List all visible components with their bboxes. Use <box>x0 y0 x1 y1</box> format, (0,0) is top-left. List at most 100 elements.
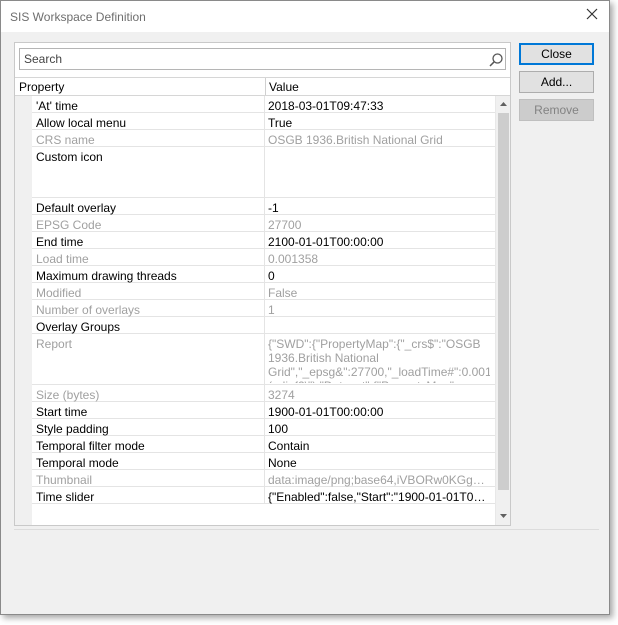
table-row[interactable]: Allow local menu True <box>32 113 495 130</box>
table-row[interactable]: Temporal mode None <box>32 453 495 470</box>
property-value: 0.001358 <box>268 252 319 266</box>
cell-divider <box>264 402 265 418</box>
table-row[interactable]: Report {"SWD":{"PropertyMap":{"_crs$":"OS… <box>32 334 495 385</box>
table-row[interactable]: Maximum drawing threads 0 <box>32 266 495 283</box>
cell-divider <box>264 147 265 197</box>
cell-divider <box>264 130 265 146</box>
property-name: 'At' time <box>36 99 78 113</box>
cell-divider <box>264 198 265 214</box>
property-value[interactable]: 2018-03-01T09:47:33 <box>268 99 490 113</box>
table-row[interactable]: Temporal filter mode Contain <box>32 436 495 453</box>
column-divider[interactable] <box>265 78 266 95</box>
cell-divider <box>264 215 265 231</box>
cell-divider <box>264 334 265 384</box>
row-gutter <box>15 96 32 525</box>
cell-divider <box>264 249 265 265</box>
table-row[interactable]: EPSG Code 27700 <box>32 215 495 232</box>
table-row[interactable]: Style padding 100 <box>32 419 495 436</box>
scroll-down-arrow-icon[interactable] <box>497 509 510 523</box>
property-panel: Property Value 'At' time 2018-03-01T09:47… <box>14 42 511 526</box>
property-name: Maximum drawing threads <box>36 269 177 283</box>
cell-divider <box>264 470 265 486</box>
property-value[interactable]: None <box>268 456 490 470</box>
table-row[interactable]: Modified False <box>32 283 495 300</box>
cell-divider <box>264 113 265 129</box>
property-name: Allow local menu <box>36 116 127 130</box>
cell-divider <box>264 487 265 503</box>
column-header-value[interactable]: Value <box>269 80 299 94</box>
table-row[interactable]: Load time 0.001358 <box>32 249 495 266</box>
property-value: data:image/png;base64,iVBORw0KGgoAAA... <box>268 473 490 487</box>
table-row[interactable]: Default overlay -1 <box>32 198 495 215</box>
cell-divider <box>264 266 265 282</box>
property-value: 1 <box>268 303 275 317</box>
property-name: Number of overlays <box>36 303 141 317</box>
property-name: Temporal mode <box>36 456 119 470</box>
table-row[interactable]: End time 2100-01-01T00:00:00 <box>32 232 495 249</box>
table-row[interactable]: 'At' time 2018-03-01T09:47:33 <box>32 96 495 113</box>
property-value[interactable]: 2100-01-01T00:00:00 <box>268 235 490 249</box>
cell-divider <box>264 436 265 452</box>
add-button[interactable]: Add... <box>519 71 594 93</box>
property-name: CRS name <box>36 133 95 147</box>
cell-divider <box>264 419 265 435</box>
property-name: Temporal filter mode <box>36 439 145 453</box>
property-value[interactable]: {"Enabled":false,"Start":"1900-01-01T00:… <box>268 490 490 504</box>
property-name: Report <box>36 337 73 351</box>
property-value[interactable]: Contain <box>268 439 490 453</box>
title-bar[interactable]: SIS Workspace Definition <box>1 1 609 32</box>
property-name: Size (bytes) <box>36 388 100 402</box>
dialog-window: SIS Workspace Definition Property Value … <box>0 0 610 615</box>
table-row[interactable]: Overlay Groups <box>32 317 495 334</box>
table-row[interactable]: Start time 1900-01-01T00:00:00 <box>32 402 495 419</box>
property-name: Custom icon <box>36 150 103 164</box>
table-row[interactable]: CRS name OSGB 1936.British National Grid <box>32 130 495 147</box>
cell-divider <box>264 453 265 469</box>
cell-divider <box>264 317 265 333</box>
property-value: OSGB 1936.British National Grid <box>268 133 443 147</box>
cell-divider <box>264 300 265 316</box>
scrollbar-thumb[interactable] <box>498 113 509 490</box>
column-header-property[interactable]: Property <box>19 80 64 94</box>
window-title: SIS Workspace Definition <box>10 10 146 24</box>
property-value[interactable]: 100 <box>268 422 490 436</box>
vertical-scrollbar[interactable] <box>495 96 510 525</box>
property-name: EPSG Code <box>36 218 102 232</box>
property-name: End time <box>36 235 84 249</box>
cell-divider <box>264 232 265 248</box>
property-name: Overlay Groups <box>36 320 121 334</box>
property-value[interactable]: -1 <box>268 201 490 215</box>
property-value[interactable]: 0 <box>268 269 490 283</box>
search-icon[interactable] <box>488 52 504 68</box>
property-name: Start time <box>36 405 88 419</box>
property-name: Load time <box>36 252 89 266</box>
remove-button: Remove <box>519 99 594 121</box>
cell-divider <box>264 283 265 299</box>
search-box <box>19 48 506 70</box>
table-row[interactable]: Time slider {"Enabled":false,"Start":"190… <box>32 487 495 504</box>
property-name: Modified <box>36 286 82 300</box>
cell-divider <box>264 385 265 401</box>
grid-header: Property Value <box>15 77 510 96</box>
property-name: Thumbnail <box>36 473 93 487</box>
table-row[interactable]: Size (bytes) 3274 <box>32 385 495 402</box>
table-row[interactable]: Thumbnail data:image/png;base64,iVBORw0KG… <box>32 470 495 487</box>
property-value: False <box>268 286 298 300</box>
property-value: 3274 <box>268 388 295 402</box>
property-name: Default overlay <box>36 201 117 215</box>
search-input[interactable] <box>24 51 474 67</box>
scroll-up-arrow-icon[interactable] <box>497 97 510 111</box>
table-row[interactable]: Custom icon <box>32 147 495 198</box>
close-icon[interactable] <box>585 7 599 21</box>
cell-divider <box>264 96 265 112</box>
property-value: {"SWD":{"PropertyMap":{"_crs$":"OSGB 193… <box>268 337 490 383</box>
property-value: 27700 <box>268 218 302 232</box>
table-row[interactable]: Number of overlays 1 <box>32 300 495 317</box>
close-button[interactable]: Close <box>519 43 594 65</box>
divider <box>14 529 599 530</box>
property-value[interactable]: 1900-01-01T00:00:00 <box>268 405 490 419</box>
property-grid: 'At' time 2018-03-01T09:47:33 Allow local … <box>15 96 495 525</box>
property-value[interactable]: True <box>268 116 490 130</box>
property-name: Style padding <box>36 422 109 436</box>
property-name: Time slider <box>36 490 95 504</box>
